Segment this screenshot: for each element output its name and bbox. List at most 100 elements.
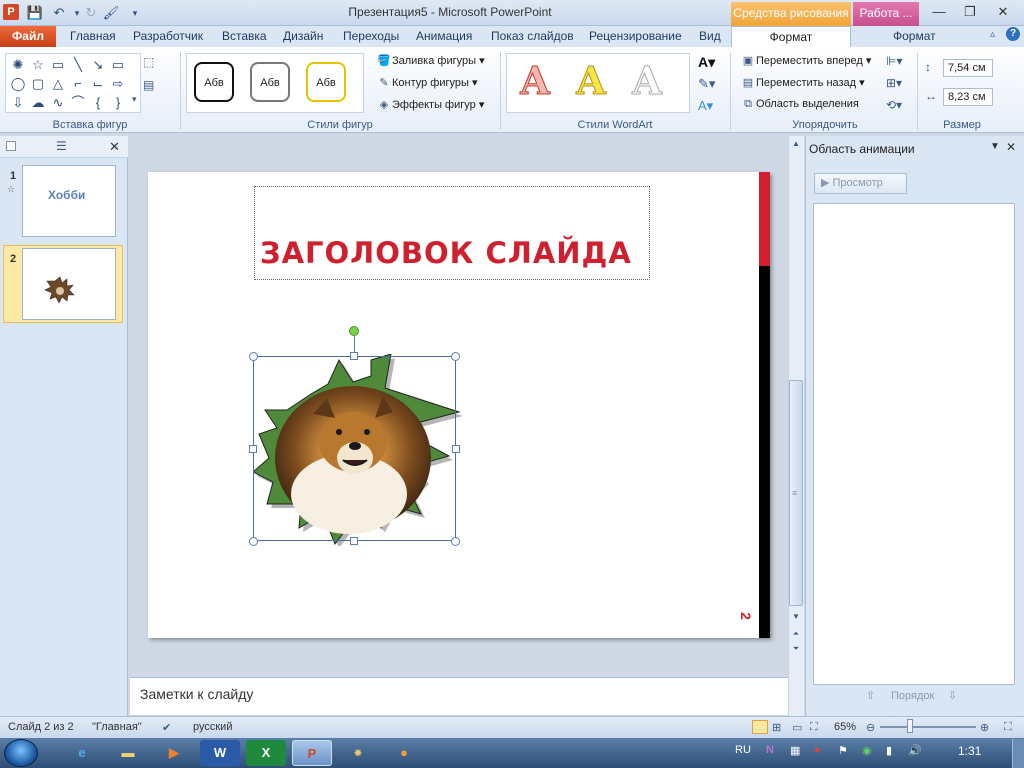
close-animation-pane-icon[interactable]: ✕ [1006, 140, 1016, 154]
normal-view-icon[interactable] [752, 720, 768, 734]
spellcheck-icon[interactable]: ✔ [162, 721, 171, 734]
powerpoint-taskbar-icon[interactable]: P [292, 740, 332, 766]
shape-fill-button[interactable]: 🪣Заливка фигуры ▾ [376, 54, 484, 67]
height-field[interactable]: 7,54 см [943, 59, 993, 77]
start-button[interactable] [4, 739, 38, 767]
oval-shape-icon[interactable]: ◯ [8, 74, 28, 93]
group-objects-icon[interactable]: ⊞▾ [886, 76, 902, 90]
elbow-connector-icon[interactable]: ⌐ [68, 74, 88, 93]
scroll-up-icon[interactable]: ▲ [789, 138, 803, 150]
redo-icon[interactable]: ↻ [82, 4, 100, 22]
language-indicator[interactable]: русский [193, 721, 232, 733]
shapes-more-icon[interactable]: ▾ [132, 94, 137, 105]
zoom-in-icon[interactable]: ⊕ [980, 721, 989, 734]
tab-design[interactable]: Дизайн [283, 29, 323, 43]
slide-title[interactable]: ЗАГОЛОВОК СЛАЙДА [260, 236, 632, 270]
slide-sorter-icon[interactable]: ⊞ [772, 721, 781, 734]
resize-handle-top-left[interactable] [249, 352, 258, 361]
brace-shape-icon[interactable]: { [88, 93, 108, 112]
shape-style-3[interactable]: Абв [306, 62, 346, 102]
minimize-button[interactable]: — [924, 2, 954, 22]
media-player-icon[interactable]: ▶ [154, 740, 194, 766]
fit-to-window-icon[interactable]: ⛶ [1004, 721, 1012, 734]
rectangle-shape-icon[interactable]: ▭ [108, 55, 128, 74]
send-backward-button[interactable]: ▤ Переместить назад ▾ [740, 76, 865, 89]
onenote-tray-icon[interactable]: N [766, 744, 774, 756]
slides-tab-icon[interactable] [6, 141, 16, 151]
network-icon[interactable]: ▮ [886, 744, 892, 757]
connector-icon[interactable]: ⌙ [88, 74, 108, 93]
tab-format-pictures[interactable]: Формат [893, 29, 936, 43]
volume-icon[interactable]: 🔊 [908, 744, 922, 757]
help-icon[interactable]: ? [1006, 27, 1020, 41]
selection-pane-button[interactable]: ⧉ Область выделения [740, 98, 859, 111]
right-arrow-shape-icon[interactable]: ⇨ [108, 74, 128, 93]
shapes-gallery[interactable]: ✺ ☆ ▭ ╲ ↘ ▭ ◯ ▢ △ ⌐ ⌙ ⇨ ⇩ ☁ ∿ ⌒ { } [5, 53, 141, 113]
tab-insert[interactable]: Вставка [222, 29, 267, 43]
bring-forward-button[interactable]: ▣ Переместить вперед ▾ [740, 54, 872, 67]
cloud-shape-icon[interactable]: ☁ [28, 93, 48, 112]
zoom-out-icon[interactable]: ⊖ [866, 721, 875, 734]
resize-handle-top-right[interactable] [451, 352, 460, 361]
align-icon[interactable]: ⊫▾ [886, 54, 902, 68]
pane-options-icon[interactable]: ▼ [990, 141, 1000, 152]
tray-update-icon[interactable]: ◉ [862, 744, 872, 757]
format-painter-icon[interactable]: 🖌 [102, 4, 120, 22]
zoom-slider[interactable] [880, 726, 976, 728]
tab-slideshow[interactable]: Показ слайдов [491, 29, 574, 43]
text-outline-icon[interactable]: ✎▾ [698, 76, 715, 92]
slide-thumbnail-1[interactable]: Хобби [22, 165, 116, 237]
shape-style-1[interactable]: Абв [194, 62, 234, 102]
previous-slide-icon[interactable]: ⏶ [789, 628, 803, 640]
wordart-style-1[interactable]: A [512, 58, 558, 104]
tab-file[interactable]: Файл [0, 26, 56, 47]
resize-handle-bottom-left[interactable] [249, 537, 258, 546]
edit-shape-icon[interactable]: ⬚ [143, 55, 154, 69]
tab-developer[interactable]: Разработчик [133, 29, 203, 43]
animation-list[interactable] [813, 203, 1015, 685]
notes-pane[interactable]: Заметки к слайду [130, 677, 788, 715]
undo-icon[interactable]: ↶ [50, 4, 68, 22]
resize-handle-bottom-right[interactable] [451, 537, 460, 546]
close-button[interactable]: ✕ [988, 2, 1018, 22]
tray-security-icon[interactable]: ● [814, 744, 821, 756]
reading-view-icon[interactable]: ▭ [792, 721, 802, 734]
wordart-style-3[interactable]: A [624, 58, 670, 104]
zoom-level[interactable]: 65% [834, 721, 856, 733]
textbox-shape-icon[interactable]: ▭ [48, 55, 68, 74]
shape-effects-button[interactable]: ◈ Эффекты фигур ▾ [376, 98, 485, 111]
text-effects-icon[interactable]: A▾ [698, 98, 713, 114]
tab-format-drawing[interactable]: Формат [731, 26, 851, 48]
word-icon[interactable]: W [200, 740, 240, 766]
text-box-icon[interactable]: ▤ [143, 78, 154, 92]
move-down-icon[interactable]: ⇩ [948, 689, 957, 702]
arrow-line-shape-icon[interactable]: ↘ [88, 55, 108, 74]
wordart-style-2[interactable]: A [568, 58, 614, 104]
input-language[interactable]: RU [735, 744, 751, 756]
preview-button[interactable]: ▶ Просмотр [814, 173, 907, 194]
firefox-icon[interactable]: ● [384, 740, 424, 766]
clock[interactable]: 1:31 [958, 744, 981, 758]
curve-shape-icon[interactable]: ∿ [48, 93, 68, 112]
resize-handle-left[interactable] [249, 445, 257, 453]
slide-thumbnail-2[interactable] [22, 248, 116, 320]
star-shape-icon[interactable]: ☆ [28, 55, 48, 74]
tab-animation[interactable]: Анимация [416, 29, 472, 43]
tray-app-icon[interactable]: ▦ [790, 744, 800, 757]
customize-qat-icon[interactable]: ▾ [126, 4, 144, 22]
shape-style-2[interactable]: Абв [250, 62, 290, 102]
tab-transitions[interactable]: Переходы [343, 29, 399, 43]
resize-handle-bottom[interactable] [350, 537, 358, 545]
explorer-folder-icon[interactable]: ▬ [108, 740, 148, 766]
brace-right-shape-icon[interactable]: } [108, 93, 128, 112]
tab-home[interactable]: Главная [70, 29, 116, 43]
line-shape-icon[interactable]: ╲ [68, 55, 88, 74]
text-fill-icon[interactable]: A▾ [698, 54, 715, 71]
rotation-handle[interactable] [349, 326, 359, 336]
powerpoint-app-icon[interactable]: P [3, 4, 19, 20]
next-slide-icon[interactable]: ⏷ [789, 643, 803, 655]
scroll-down-icon[interactable]: ▼ [789, 611, 803, 623]
excel-icon[interactable]: X [246, 740, 286, 766]
rounded-rect-shape-icon[interactable]: ▢ [28, 74, 48, 93]
app-taskbar-icon[interactable]: ❋ [338, 740, 378, 766]
